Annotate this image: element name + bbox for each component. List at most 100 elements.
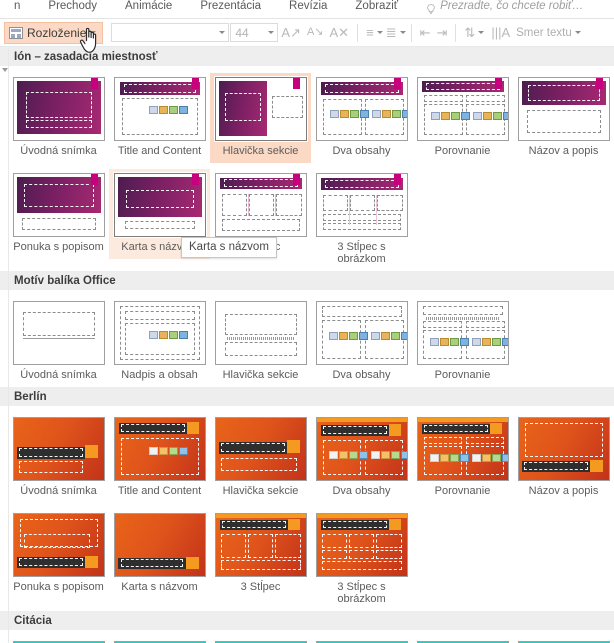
decrease-indent-icon[interactable]: ⇤ — [420, 26, 431, 39]
gallery-row: Ponuka s popisomKarta s názvom 3 Stĺpec 3 … — [0, 503, 614, 611]
gallery-row: Úvodná snímka Title and Content Hlavička s… — [0, 67, 614, 163]
layout-item[interactable]: Porovnanie — [412, 637, 513, 643]
layout-thumbnail-title-content — [113, 77, 206, 141]
layout-item[interactable]: Porovnanie — [412, 73, 513, 163]
text-direction-label: Smer textu — [516, 26, 572, 39]
layout-item-label: 3 Stĺpec s obrázkom — [337, 241, 386, 265]
layout-thumbnail-section-header — [214, 301, 307, 365]
gallery-group-header: Citácia — [0, 611, 614, 631]
layout-item[interactable]: 3 Stĺpec s obrázkom — [311, 169, 412, 271]
layout-accent-tag — [191, 78, 199, 89]
layout-gallery-dropdown[interactable]: Ión – zasadacia miestnosť Úvodná snímka Ti… — [0, 46, 614, 643]
layout-item[interactable]: Porovnanie — [412, 297, 513, 387]
layout-item-label: Názov a popis — [528, 485, 599, 497]
layout-item[interactable]: Názov a popis — [513, 413, 614, 503]
layout-item[interactable]: Názov a popis — [513, 73, 614, 163]
chevron-down-icon — [90, 31, 97, 34]
layout-item-label: Dva obsahy — [332, 369, 391, 381]
layout-thumbnail-title-slide — [12, 301, 105, 365]
layout-item[interactable]: Hlavička sekcie — [210, 637, 311, 643]
layout-item-label: Porovnanie — [434, 145, 491, 157]
layout-item[interactable]: Úvodná snímka — [8, 297, 109, 387]
layout-item[interactable]: Title and Content — [109, 637, 210, 643]
layout-button[interactable]: Rozloženie — [4, 21, 104, 44]
layout-item[interactable]: 3 Stĺpec s obrázkom — [311, 509, 412, 611]
layout-item[interactable]: Hlavička sekcie — [210, 297, 311, 387]
layout-thumbnail-title-content — [113, 301, 206, 365]
layout-thumbnail-title-caption — [517, 77, 610, 141]
layout-thumbnail-three-column — [214, 173, 307, 237]
ribbon-tab-prechody[interactable]: Prechody — [34, 0, 111, 15]
layout-thumbnail-two-content — [315, 77, 408, 141]
layout-item[interactable]: Ponuka s popisom — [8, 169, 109, 259]
layout-item[interactable]: Úvodná snímka — [8, 637, 109, 643]
layout-item[interactable]: Ponuka s popisom — [8, 509, 109, 599]
gallery-row: Ponuka s popisomKarta s názvom3 Stĺpec3 … — [0, 163, 614, 271]
layout-thumbnail-section-header — [213, 76, 308, 142]
layout-item-label: Porovnanie — [434, 369, 491, 381]
toolbar-divider — [357, 23, 359, 42]
layout-thumbnail-three-column-pic — [315, 173, 408, 237]
layout-thumbnail-quote-caption — [12, 513, 105, 577]
chevron-down-icon — [268, 31, 275, 34]
chevron-down-icon[interactable] — [399, 31, 406, 34]
bullets-icon[interactable]: ≡ — [366, 26, 374, 39]
layout-item[interactable]: Nadpis a obsah — [109, 297, 210, 387]
gallery-group-header: Berlín — [0, 387, 614, 407]
layout-item-label: Porovnanie — [434, 485, 491, 497]
ribbon-tab-bar: n Prechody Animácie Prezentácia Revízia … — [0, 0, 614, 18]
font-size-combobox[interactable]: 44 — [230, 23, 279, 42]
layout-thumbnail-comparison — [416, 417, 509, 481]
layout-item[interactable]: Karta s názvom — [109, 509, 210, 599]
layout-thumbnail-title-caption — [517, 417, 610, 481]
ribbon-tab-prezentacia[interactable]: Prezentácia — [186, 0, 275, 15]
layout-item-label: Dva obsahy — [332, 145, 391, 157]
layout-item[interactable]: Dva obsahy — [311, 297, 412, 387]
gallery-group-header: Motív balíka Office — [0, 271, 614, 291]
gallery-row: Úvodná snímkaTitle and ContentHlavička s… — [0, 631, 614, 643]
gallery-row: Úvodná snímka Nadpis a obsah Hlavička sekc… — [0, 291, 614, 387]
layout-thumbnail-name-card — [113, 513, 206, 577]
layout-item[interactable]: Dva obsahy — [311, 413, 412, 503]
font-name-combobox[interactable] — [111, 23, 230, 42]
shrink-font-icon[interactable]: A↘ — [307, 27, 324, 38]
ribbon-tab-zobrazit[interactable]: Zobraziť — [341, 0, 412, 15]
layout-item[interactable]: Dva obsahy — [311, 637, 412, 643]
layout-item[interactable]: Len nadpis — [513, 637, 614, 643]
layout-item[interactable]: Dva obsahy — [311, 73, 412, 163]
layout-item-label: Hlavička sekcie — [222, 145, 299, 157]
layout-item-label: Ponuka s popisom — [13, 241, 104, 253]
ribbon-tab-navrh[interactable]: n — [0, 0, 34, 15]
layout-item[interactable]: Úvodná snímka — [8, 413, 109, 503]
numbering-icon[interactable]: ≣ — [386, 26, 397, 39]
layout-item-label: Nadpis a obsah — [121, 369, 198, 381]
clear-formatting-icon[interactable]: A✕ — [330, 26, 350, 39]
ribbon-tab-animacie[interactable]: Animácie — [111, 0, 186, 15]
grow-font-icon[interactable]: A↗ — [281, 26, 301, 39]
layout-item-label: Úvodná snímka — [20, 369, 97, 381]
line-spacing-icon[interactable]: ⇅ — [464, 26, 475, 39]
layout-item[interactable]: Title and Content — [109, 73, 210, 163]
layout-item-label: Title and Content — [117, 145, 202, 157]
toolbar-divider — [455, 23, 457, 42]
layout-accent-tag — [90, 78, 98, 89]
layout-item[interactable]: Hlavička sekcie — [210, 413, 311, 503]
layout-item[interactable]: Úvodná snímka — [8, 73, 109, 163]
layout-item[interactable]: Title and Content — [109, 413, 210, 503]
layout-item-label: 3 Stĺpec — [240, 581, 281, 593]
increase-indent-icon[interactable]: ⇥ — [437, 26, 448, 39]
layout-item-label: Title and Content — [117, 485, 202, 497]
layout-thumbnail-three-column — [214, 513, 307, 577]
formatting-toolbar: Rozloženie 44 A↗ A↘ A✕ ≡ ≣ ⇤ ⇥ ⇅ |||A Sm… — [0, 18, 614, 46]
gallery-scroll-up-arrow[interactable] — [1, 65, 9, 75]
layout-item[interactable]: Hlavička sekcie — [210, 73, 311, 163]
ribbon-tab-revizia[interactable]: Revízia — [275, 0, 341, 15]
layout-item[interactable]: 3 Stĺpec — [210, 509, 311, 599]
chevron-down-icon[interactable] — [376, 31, 383, 34]
text-direction-button[interactable]: |||A Smer textu — [488, 26, 581, 39]
layout-thumbnail-quote-caption — [12, 173, 105, 237]
tell-me-box[interactable]: Prezradte, čo chcete robiť… — [426, 0, 584, 14]
chevron-down-icon[interactable] — [478, 31, 485, 34]
gallery-row: Úvodná snímka Title and Content Hlavička s… — [0, 407, 614, 503]
layout-item[interactable]: Porovnanie — [412, 413, 513, 503]
